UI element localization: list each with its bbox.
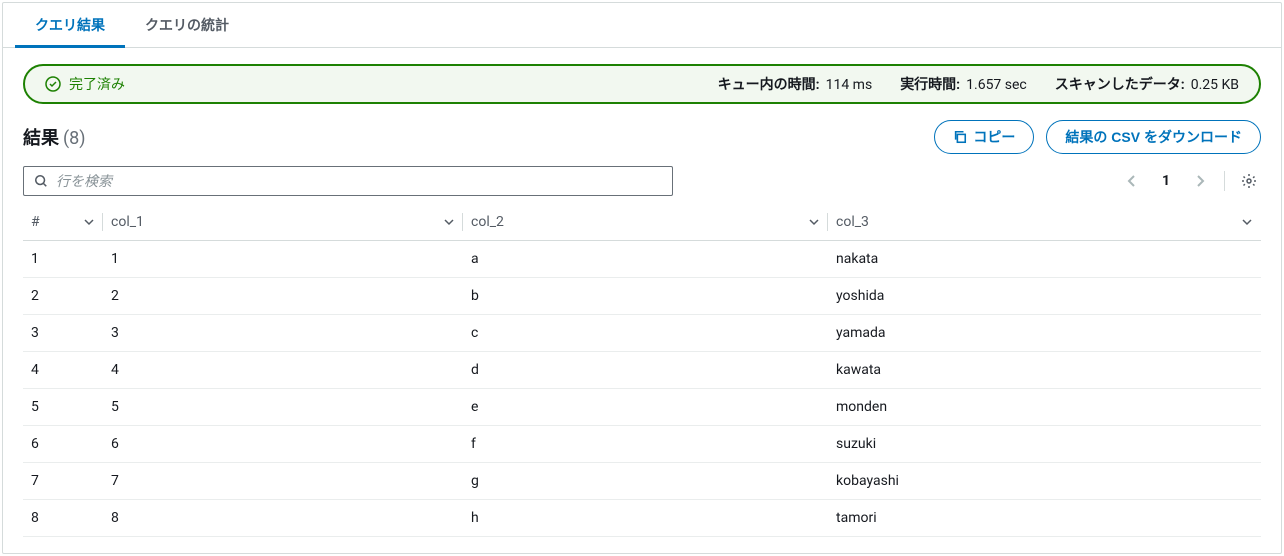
table-cell: 2 — [23, 278, 103, 315]
pagination: 1 — [1120, 169, 1261, 193]
table-cell: yoshida — [828, 278, 1261, 315]
column-header-col2[interactable]: col_2 — [463, 204, 828, 241]
gear-icon — [1241, 173, 1257, 189]
stat-queue-time: キュー内の時間: 114 ms — [718, 74, 873, 94]
divider — [1224, 171, 1225, 191]
copy-icon — [953, 130, 967, 144]
table-row: 66fsuzuki — [23, 426, 1261, 463]
table-cell: tamori — [828, 500, 1261, 537]
page-number: 1 — [1152, 169, 1180, 193]
table-row: 11anakata — [23, 241, 1261, 278]
table-cell: 4 — [103, 352, 463, 389]
table-cell: c — [463, 315, 828, 352]
status-text: 完了済み — [69, 74, 125, 94]
search-input[interactable] — [56, 173, 662, 189]
table-row: 88htamori — [23, 500, 1261, 537]
download-csv-button[interactable]: 結果の CSV をダウンロード — [1046, 120, 1261, 154]
table-row: 44dkawata — [23, 352, 1261, 389]
chevron-right-icon — [1195, 174, 1205, 188]
table-cell: 3 — [23, 315, 103, 352]
table-cell: nakata — [828, 241, 1261, 278]
table-cell: 5 — [103, 389, 463, 426]
settings-button[interactable] — [1237, 169, 1261, 193]
results-count: (8) — [63, 128, 86, 149]
search-box[interactable] — [23, 166, 673, 196]
table-cell: 2 — [103, 278, 463, 315]
table-cell: h — [463, 500, 828, 537]
column-header-col3[interactable]: col_3 — [828, 204, 1261, 241]
search-icon — [34, 174, 48, 188]
table-cell: 7 — [23, 463, 103, 500]
table-cell: a — [463, 241, 828, 278]
table-row: 22byoshida — [23, 278, 1261, 315]
table-row: 55emonden — [23, 389, 1261, 426]
table-cell: yamada — [828, 315, 1261, 352]
tab-query-results[interactable]: クエリ結果 — [15, 3, 125, 47]
table-row: 33cyamada — [23, 315, 1261, 352]
table-cell: kawata — [828, 352, 1261, 389]
table-cell: 3 — [103, 315, 463, 352]
table-cell: g — [463, 463, 828, 500]
table-cell: 1 — [103, 241, 463, 278]
table-cell: 5 — [23, 389, 103, 426]
page-prev-button[interactable] — [1120, 169, 1144, 193]
filter-icon[interactable] — [83, 216, 95, 228]
table-cell: f — [463, 426, 828, 463]
table-cell: e — [463, 389, 828, 426]
stat-run-time: 実行時間: 1.657 sec — [900, 74, 1027, 94]
tab-query-statistics[interactable]: クエリの統計 — [125, 3, 249, 47]
table-cell: 6 — [103, 426, 463, 463]
table-cell: 8 — [103, 500, 463, 537]
table-cell: 4 — [23, 352, 103, 389]
table-cell: 8 — [23, 500, 103, 537]
success-check-icon — [45, 76, 61, 92]
results-table: # col_1 — [23, 204, 1261, 537]
copy-button[interactable]: コピー — [934, 120, 1034, 154]
table-cell: monden — [828, 389, 1261, 426]
filter-icon[interactable] — [808, 216, 820, 228]
results-title: 結果 (8) — [23, 124, 86, 150]
table-row: 77gkobayashi — [23, 463, 1261, 500]
table-cell: 6 — [23, 426, 103, 463]
table-cell: b — [463, 278, 828, 315]
stat-data-scanned: スキャンしたデータ: 0.25 KB — [1055, 74, 1239, 94]
column-header-rownum[interactable]: # — [23, 204, 103, 241]
tabs-bar: クエリ結果 クエリの統計 — [3, 3, 1281, 48]
status-bar: 完了済み キュー内の時間: 114 ms 実行時間: 1.657 sec スキャ… — [23, 64, 1261, 104]
table-cell: suzuki — [828, 426, 1261, 463]
table-cell: d — [463, 352, 828, 389]
filter-icon[interactable] — [1241, 216, 1253, 228]
filter-icon[interactable] — [443, 216, 455, 228]
table-cell: 7 — [103, 463, 463, 500]
table-cell: kobayashi — [828, 463, 1261, 500]
table-cell: 1 — [23, 241, 103, 278]
column-header-col1[interactable]: col_1 — [103, 204, 463, 241]
chevron-left-icon — [1127, 174, 1137, 188]
page-next-button[interactable] — [1188, 169, 1212, 193]
